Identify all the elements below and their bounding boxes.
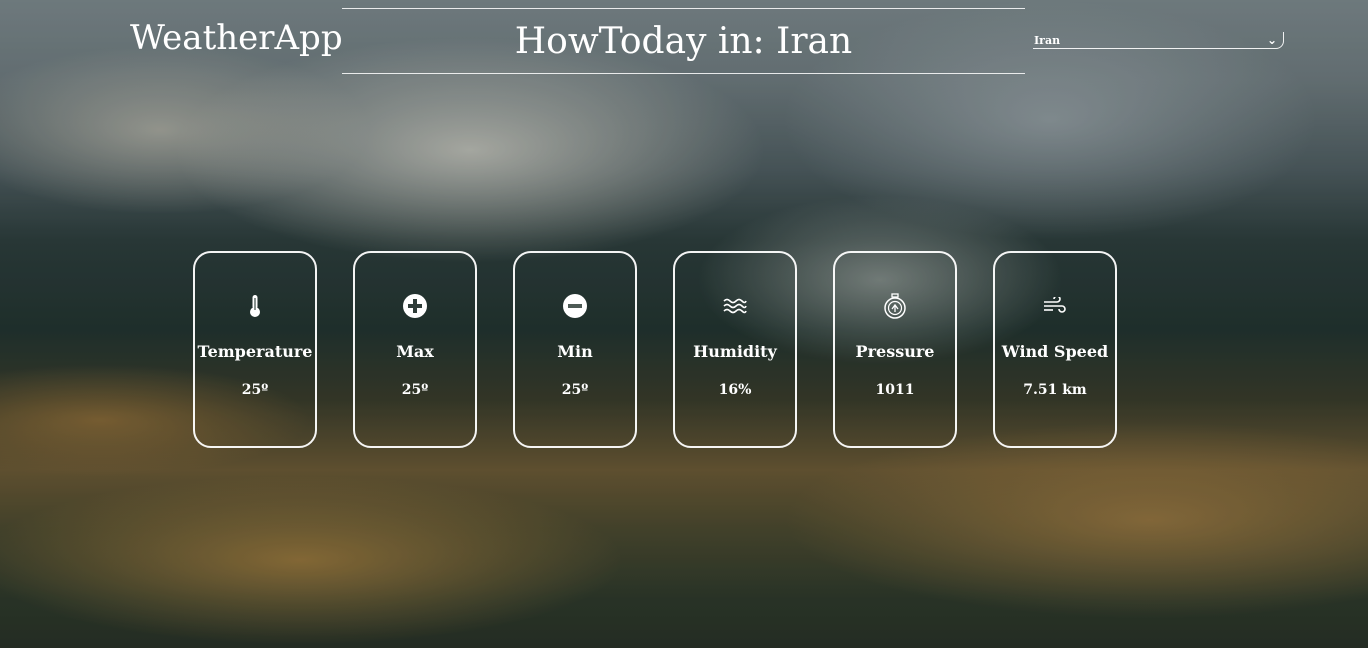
card-value: 25º: [561, 382, 589, 398]
card-value: 25º: [241, 382, 269, 398]
card-label: Wind Speed: [1001, 342, 1109, 361]
card-value: 25º: [401, 382, 429, 398]
weather-card-wind-speed: Wind Speed 7.51 km: [993, 251, 1117, 448]
country-select-value: Iran: [1034, 33, 1061, 47]
page-title: HowToday in: Iran: [514, 20, 853, 62]
pressure-gauge-icon: [835, 293, 955, 319]
weather-card-min: Min 25º: [513, 251, 637, 448]
wind-icon: [995, 293, 1115, 319]
minus-circle-icon: [515, 293, 635, 319]
plus-circle-icon: [355, 293, 475, 319]
chevron-down-icon: ⌄: [1266, 33, 1277, 47]
water-waves-icon: [675, 293, 795, 319]
app-logo[interactable]: WeatherApp: [130, 18, 343, 58]
card-label: Max: [396, 342, 434, 361]
weather-card-pressure: Pressure 1011: [833, 251, 957, 448]
card-value: 1011: [875, 382, 915, 398]
weather-card-humidity: Humidity 16%: [673, 251, 797, 448]
country-select[interactable]: Iran ⌄: [1033, 32, 1284, 49]
card-label: Min: [557, 342, 593, 361]
page-title-banner: HowToday in: Iran: [342, 8, 1025, 74]
card-value: 7.51 km: [1023, 382, 1087, 398]
thermometer-icon: [195, 293, 315, 319]
card-label: Pressure: [855, 342, 935, 361]
weather-card-max: Max 25º: [353, 251, 477, 448]
weather-card-temperature: Temperature 25º: [193, 251, 317, 448]
card-value: 16%: [718, 382, 752, 398]
card-label: Temperature: [197, 342, 313, 361]
card-label: Humidity: [693, 342, 777, 361]
